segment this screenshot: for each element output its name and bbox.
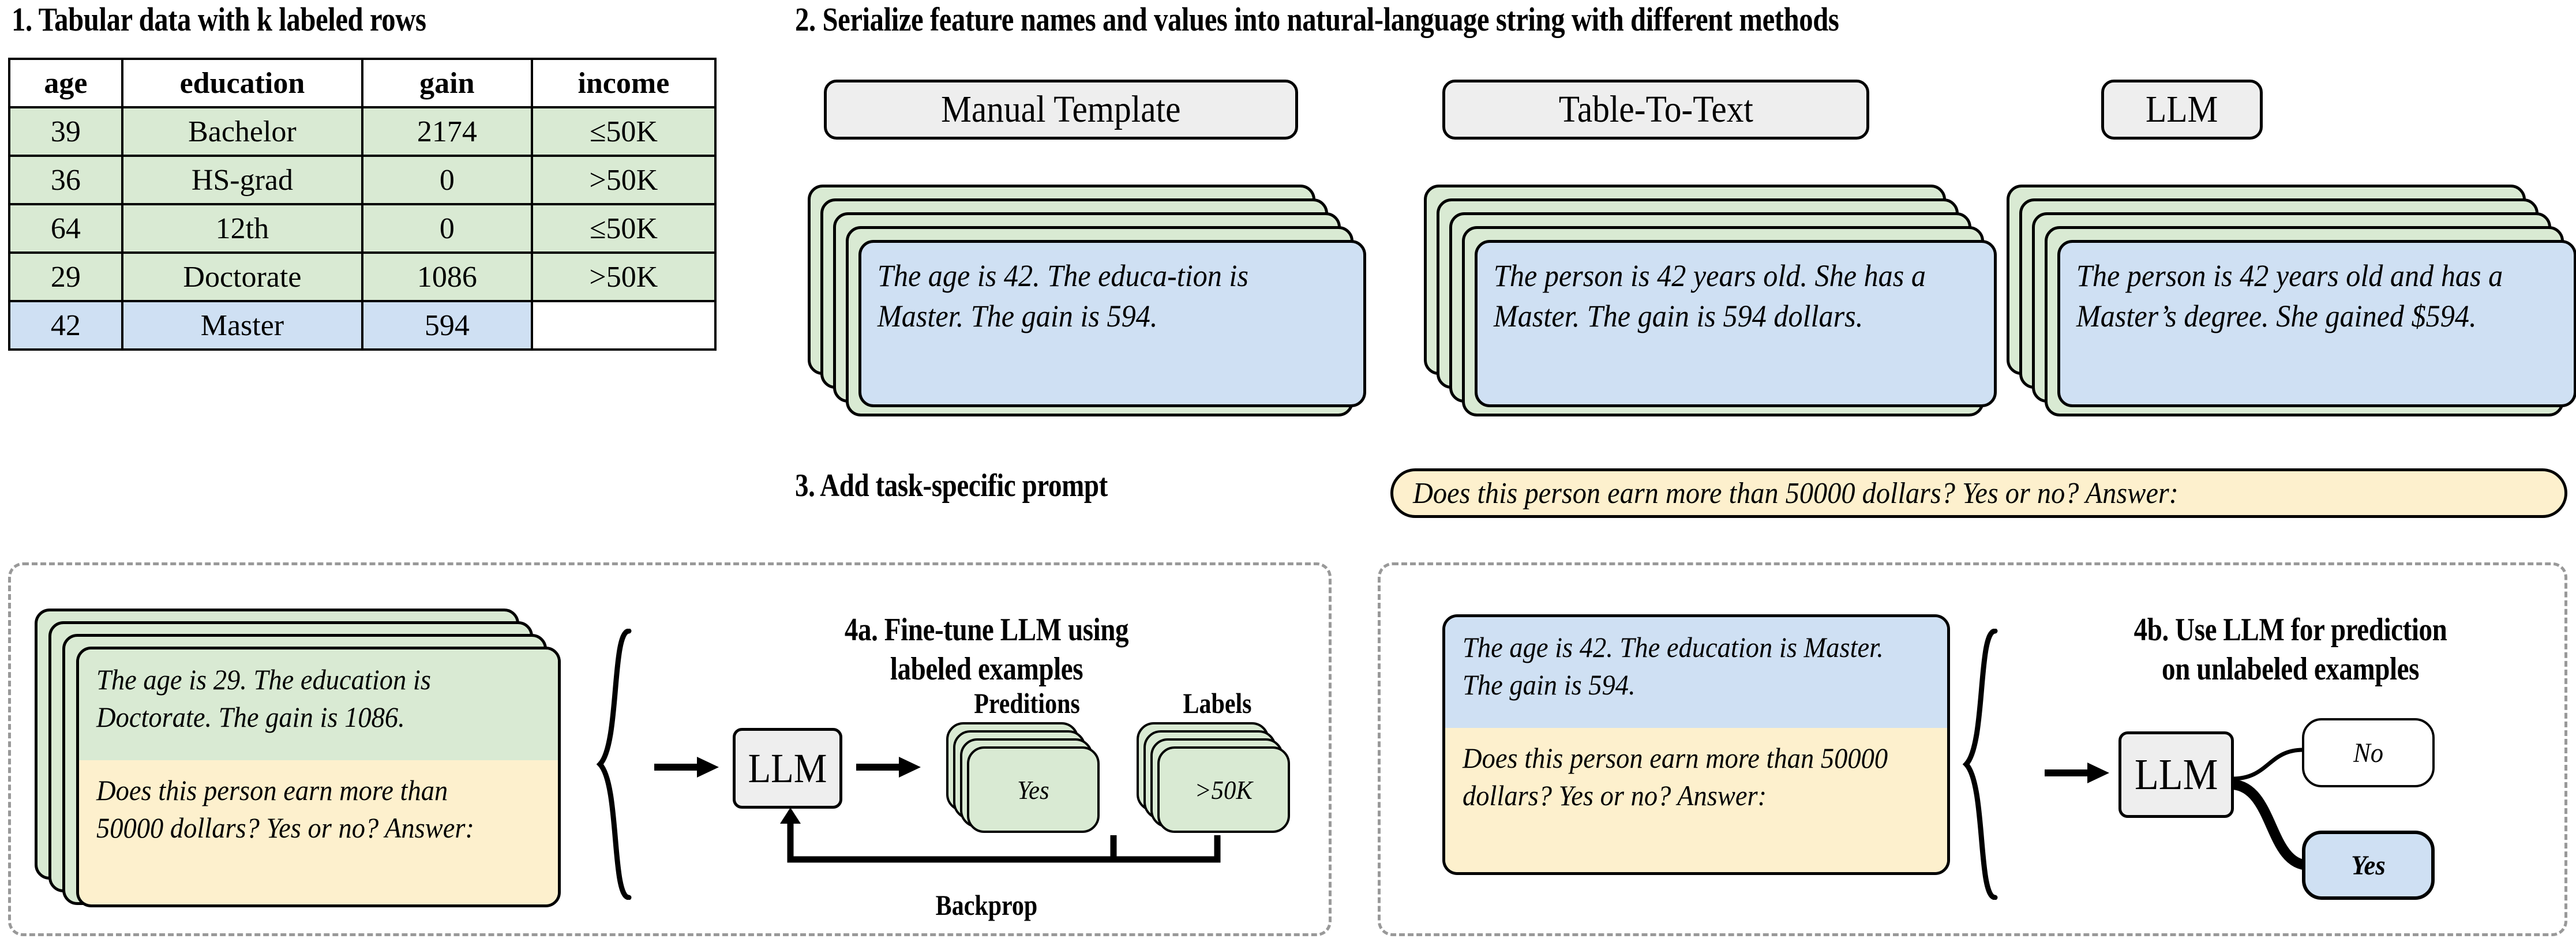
llm-box-4b: LLM [2118, 731, 2234, 818]
labels-label: Labels [1183, 687, 1252, 719]
section4b-title-line2: on unlabeled examples [2162, 651, 2419, 687]
prompt-text-4b: Does this person earn more than 50000 do… [1463, 742, 1888, 812]
section1-title: 1. Tabular data with k labeled rows [12, 1, 426, 38]
arrow-right-icon [856, 757, 921, 778]
llm-box-label: LLM [748, 745, 827, 791]
section3-title: 3. Add task-specific prompt [795, 468, 1108, 504]
task-prompt-text: Does this person earn more than 50000 do… [1413, 476, 2178, 510]
example-card-prompt-region: Does this person earn more than 50000 do… [1445, 728, 1947, 872]
serialized-text-4b: The age is 42. The education is Master. … [1463, 631, 1884, 701]
table-row: 36 HS-grad 0 >50K [8, 155, 717, 205]
tabular-data-table: age education gain income 39 Bachelor 21… [8, 58, 717, 351]
cell-age: 39 [8, 106, 123, 157]
stack-card-front: The person is 42 years old. She has a Ma… [1475, 240, 1997, 407]
column-header-income: income [530, 58, 717, 108]
cell-income: ≤50K [530, 203, 717, 254]
cell-gain: 2174 [361, 106, 533, 157]
cell-income: >50K [530, 155, 717, 205]
table-row: 64 12th 0 ≤50K [8, 203, 717, 254]
method-label-text: LLM [2146, 88, 2218, 130]
table-header-row: age education gain income [8, 58, 717, 108]
column-header-education: education [121, 58, 363, 108]
serialized-text-4a: The age is 29. The education is Doctorat… [96, 663, 431, 733]
method-label-text: Manual Template [941, 88, 1181, 130]
cell-age: 29 [8, 251, 123, 302]
method-label-manual-template: Manual Template [824, 80, 1298, 140]
cell-gain: 0 [361, 203, 533, 254]
cell-gain: 594 [361, 300, 533, 351]
card-stack-manual-template: The age is 42. The educa-​tion is Master… [808, 185, 1385, 416]
task-prompt-pill: Does this person earn more than 50000 do… [1390, 468, 2567, 518]
llm-serialization-text: The person is 42 years old and has a Mas… [2076, 258, 2503, 334]
table-to-text-text: The person is 42 years old. She has a Ma… [1493, 258, 1926, 334]
card-stack-table-to-text: The person is 42 years old. She has a Ma… [1424, 185, 2007, 416]
predictions-label: Preditions [974, 687, 1080, 719]
label-value: >50K [1194, 775, 1253, 805]
cell-income-empty [530, 300, 717, 351]
backprop-path [780, 808, 1221, 863]
cell-education: HS-grad [121, 155, 363, 205]
example-card-prompt-region: Does this person earn more than 50000 do… [79, 760, 558, 904]
cell-income: ≤50K [530, 106, 717, 157]
example-card-4b: The age is 42. The education is Master. … [1442, 614, 1950, 875]
cell-gain: 0 [361, 155, 533, 205]
llm-box-label: LLM [2134, 750, 2218, 799]
column-header-age: age [8, 58, 123, 108]
example-card-4a: The age is 29. The education is Doctorat… [76, 647, 561, 907]
llm-box-4a: LLM [733, 728, 842, 809]
output-option-yes: Yes [2302, 831, 2435, 900]
output-option-no: No [2302, 718, 2435, 787]
arrow-right-icon [2045, 763, 2109, 783]
table-row-unlabeled: 42 Master 594 [8, 300, 717, 351]
cell-age: 42 [8, 300, 123, 351]
cell-education: Master [121, 300, 363, 351]
cell-education: 12th [121, 203, 363, 254]
brace-4a [596, 629, 632, 900]
section4a-title-line2: labeled examples [890, 651, 1083, 687]
section2-title: 2. Serialize feature names and values in… [795, 1, 1839, 38]
card-stack-4a-examples: The age is 29. The education is Doctorat… [35, 609, 612, 908]
method-label-llm: LLM [2101, 80, 2263, 140]
section4a-title-line1: 4a. Fine-tune LLM using [844, 612, 1129, 648]
brace-4b [1962, 629, 1998, 900]
method-label-table-to-text: Table-To-Text [1442, 80, 1869, 140]
cell-age: 64 [8, 203, 123, 254]
arrow-right-icon [654, 757, 719, 778]
stack-card-front: The person is 42 years old and has a Mas… [2057, 240, 2576, 407]
example-card-serialized-region: The age is 29. The education is Doctorat… [79, 649, 558, 760]
example-card-serialized-region: The age is 42. The education is Master. … [1445, 617, 1947, 728]
cell-education: Bachelor [121, 106, 363, 157]
method-label-text: Table-To-Text [1558, 88, 1753, 130]
cell-gain: 1086 [361, 251, 533, 302]
figure-root: 1. Tabular data with k labeled rows age … [0, 0, 2576, 950]
prediction-value: Yes [1017, 775, 1049, 805]
manual-template-text: The age is 42. The educa-​tion is Master… [877, 258, 1248, 334]
output-option-yes-label: Yes [2351, 850, 2386, 881]
column-header-gain: gain [361, 58, 533, 108]
backprop-label: Backprop [935, 889, 1038, 921]
table-row: 29 Doctorate 1086 >50K [8, 251, 717, 302]
cell-education: Doctorate [121, 251, 363, 302]
output-option-no-label: No [2353, 737, 2384, 768]
cell-age: 36 [8, 155, 123, 205]
table-row: 39 Bachelor 2174 ≤50K [8, 106, 717, 157]
card-stack-llm: The person is 42 years old and has a Mas… [2007, 185, 2576, 416]
prompt-text-4a: Does this person earn more than 50000 do… [96, 774, 474, 844]
section4b-title-line1: 4b. Use LLM for prediction [2133, 612, 2447, 648]
cell-income: >50K [530, 251, 717, 302]
stack-card-front: The age is 42. The educa-​tion is Master… [858, 240, 1366, 407]
